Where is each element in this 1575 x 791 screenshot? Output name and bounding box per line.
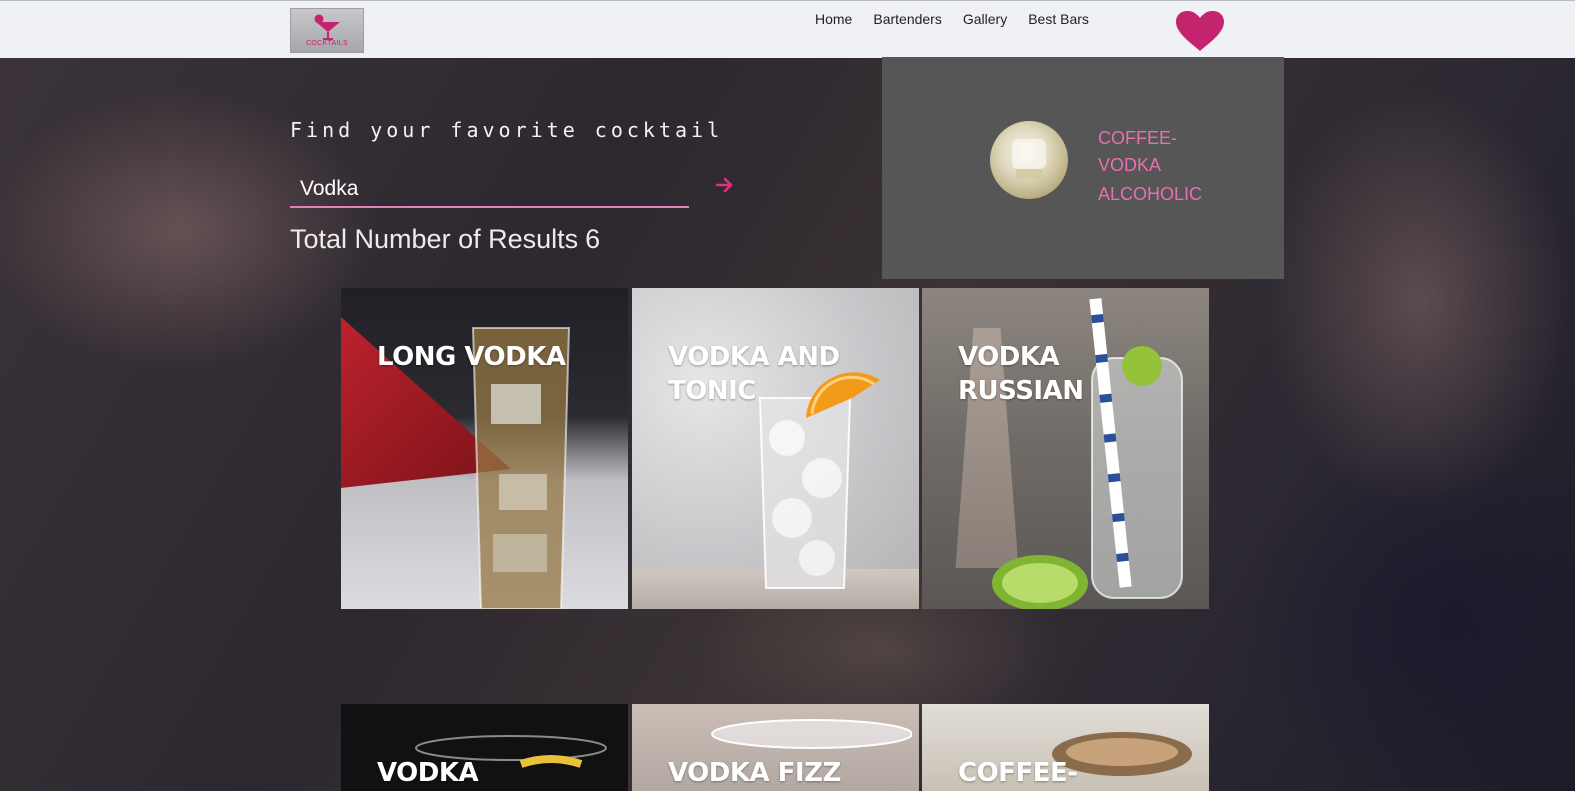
cocktail-card[interactable]: VODKA: [341, 704, 628, 791]
card-title: VODKA RUSSIAN: [958, 342, 1084, 406]
arrow-right-icon: [715, 177, 733, 193]
favorite-drink-type: ALCOHOLIC: [1098, 184, 1203, 204]
card-title: VODKA AND TONIC: [668, 342, 840, 406]
card-title: LONG VODKA: [377, 342, 566, 372]
nav-bartenders[interactable]: Bartenders: [873, 11, 941, 27]
card-title: COFFEE-: [958, 758, 1078, 788]
site-logo[interactable]: COCKTAILS: [290, 8, 364, 53]
search-title: Find your favorite cocktail: [290, 118, 724, 142]
search-submit-button[interactable]: [714, 174, 736, 196]
nav-home[interactable]: Home: [815, 11, 852, 27]
results-label: Total Number of Results: [290, 224, 579, 254]
card-title: VODKA FIZZ: [668, 758, 841, 788]
cocktail-glass-icon: [314, 14, 340, 40]
nav-gallery[interactable]: Gallery: [963, 11, 1007, 27]
nav-best-bars[interactable]: Best Bars: [1028, 11, 1089, 27]
favorite-drink-name[interactable]: COFFEE-VODKA: [1098, 125, 1218, 179]
results-count: Total Number of Results 6: [290, 224, 600, 255]
cocktail-card[interactable]: VODKA RUSSIAN: [922, 288, 1209, 609]
cocktail-card[interactable]: VODKA AND TONIC: [632, 288, 919, 609]
card-title: VODKA: [377, 758, 479, 788]
main-nav: Home Bartenders Gallery Best Bars: [815, 11, 1110, 27]
favorites-panel: COFFEE-VODKA ALCOHOLIC: [882, 57, 1284, 279]
search-input[interactable]: [290, 172, 689, 208]
results-number: 6: [585, 224, 601, 254]
top-navbar: COCKTAILS Home Bartenders Gallery Best B…: [0, 0, 1575, 58]
favorite-drink-image[interactable]: [990, 121, 1068, 199]
logo-text: COCKTAILS: [306, 40, 348, 47]
mason-jar-image: [992, 298, 1183, 609]
heart-icon[interactable]: [1175, 10, 1225, 52]
cocktail-card[interactable]: LONG VODKA: [341, 288, 628, 609]
cocktail-card[interactable]: VODKA FIZZ: [632, 704, 919, 791]
cocktail-card[interactable]: COFFEE-: [922, 704, 1209, 791]
